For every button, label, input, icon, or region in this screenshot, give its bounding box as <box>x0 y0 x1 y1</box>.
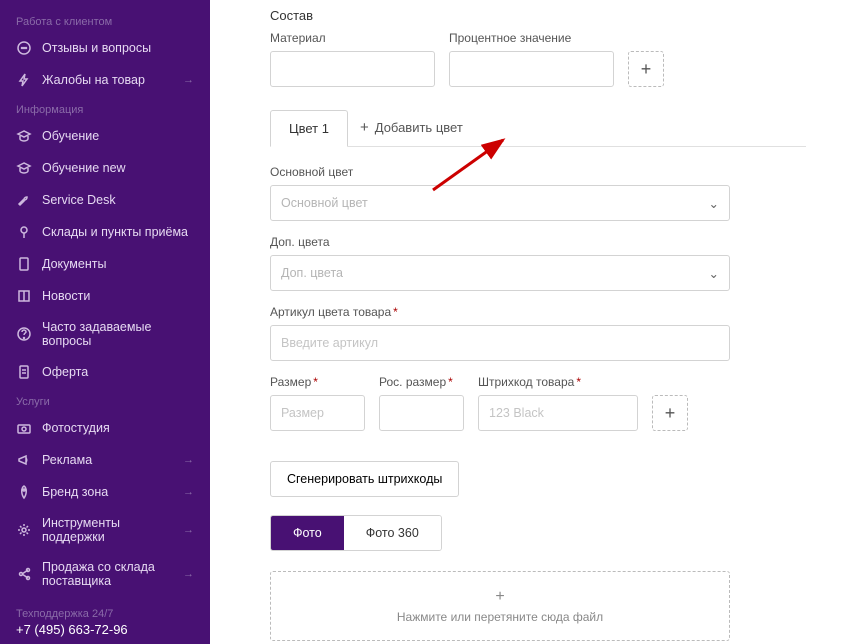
photo-tabs: Фото Фото 360 <box>270 515 442 551</box>
sidebar-item-label: Обучение <box>42 129 194 143</box>
sidebar-section-title: Информация <box>0 96 210 120</box>
sidebar-section-title: Работа с клиентом <box>0 8 210 32</box>
chevron-down-icon: ⌄ <box>709 196 719 211</box>
sidebar-item-label: Обучение new <box>42 161 194 175</box>
megaphone-icon <box>16 452 32 468</box>
sidebar-item-label: Продажа со склада поставщика <box>42 560 183 588</box>
pin-icon <box>16 224 32 240</box>
sidebar-item-label: Фотостудия <box>42 421 194 435</box>
color-tabs: Цвет 1 + Добавить цвет <box>270 109 806 147</box>
sidebar-footer: Техподдержка 24/7 +7 (495) 663-72-96 <box>0 596 210 637</box>
percent-input[interactable] <box>449 51 614 87</box>
sidebar-item-label: Жалобы на товар <box>42 73 183 87</box>
extra-color-label: Доп. цвета <box>270 235 730 249</box>
main-content: Состав Материал Процентное значение + Цв… <box>210 0 846 644</box>
arrow-right-icon: → <box>183 454 194 466</box>
size-label: Размер* <box>270 375 365 389</box>
barcode-input[interactable] <box>478 395 638 431</box>
base-color-select[interactable]: Основной цвет ⌄ <box>270 185 730 221</box>
camera-icon <box>16 420 32 436</box>
sidebar-item-label: Часто задаваемые вопросы <box>42 320 194 348</box>
sidebar-item[interactable]: Фотостудия <box>0 412 210 444</box>
plus-icon: + <box>495 588 504 606</box>
grad-icon <box>16 128 32 144</box>
material-input[interactable] <box>270 51 435 87</box>
tab-color-1[interactable]: Цвет 1 <box>270 110 348 147</box>
sidebar-item[interactable]: Склады и пункты приёма <box>0 216 210 248</box>
add-material-button[interactable]: + <box>628 51 664 87</box>
plus-icon: + <box>360 119 369 136</box>
generate-barcodes-button[interactable]: Сгенерировать штрихкоды <box>270 461 459 497</box>
sidebar-item-label: Service Desk <box>42 193 194 207</box>
rus-size-label: Рос. размер* <box>379 375 464 389</box>
sku-label: Артикул цвета товара* <box>270 305 730 319</box>
sidebar-item[interactable]: Обучение new <box>0 152 210 184</box>
sidebar-item[interactable]: Инструменты поддержки→ <box>0 508 210 552</box>
sidebar-item[interactable]: Реклама→ <box>0 444 210 476</box>
composition-title: Состав <box>270 8 806 23</box>
size-input[interactable] <box>270 395 365 431</box>
arrow-right-icon: → <box>183 568 194 580</box>
tab-photo[interactable]: Фото <box>271 516 344 550</box>
sku-input[interactable] <box>270 325 730 361</box>
rocket-icon <box>16 484 32 500</box>
sidebar: Работа с клиентом Отзывы и вопросы Жалобы … <box>0 0 210 644</box>
sidebar-item[interactable]: Продажа со склада поставщика→ <box>0 552 210 596</box>
sidebar-item[interactable]: Обучение <box>0 120 210 152</box>
question-icon <box>16 326 32 342</box>
sidebar-item[interactable]: Документы <box>0 248 210 280</box>
arrow-right-icon: → <box>183 74 194 86</box>
extra-color-placeholder: Доп. цвета <box>281 266 343 280</box>
rus-size-input[interactable] <box>379 395 464 431</box>
chat-icon <box>16 40 32 56</box>
wrench-icon <box>16 192 32 208</box>
sidebar-item-label: Документы <box>42 257 194 271</box>
add-color-button[interactable]: + Добавить цвет <box>348 109 475 146</box>
sidebar-item[interactable]: Часто задаваемые вопросы <box>0 312 210 356</box>
support-label: Техподдержка 24/7 <box>16 608 194 620</box>
sidebar-item-label: Склады и пункты приёма <box>42 225 194 239</box>
base-color-label: Основной цвет <box>270 165 730 179</box>
add-size-button[interactable]: + <box>652 395 688 431</box>
sidebar-section-title: Услуги <box>0 388 210 412</box>
sidebar-item-label: Отзывы и вопросы <box>42 41 194 55</box>
add-color-label: Добавить цвет <box>375 120 463 135</box>
book-icon <box>16 288 32 304</box>
sidebar-item-label: Инструменты поддержки <box>42 516 183 544</box>
sheet-icon <box>16 364 32 380</box>
sidebar-item-label: Реклама <box>42 453 183 467</box>
arrow-right-icon: → <box>183 524 194 536</box>
base-color-placeholder: Основной цвет <box>281 196 368 210</box>
sidebar-item[interactable]: Оферта <box>0 356 210 388</box>
material-label: Материал <box>270 31 435 45</box>
share-icon <box>16 566 32 582</box>
sidebar-item-label: Новости <box>42 289 194 303</box>
bolt-icon <box>16 72 32 88</box>
extra-color-select[interactable]: Доп. цвета ⌄ <box>270 255 730 291</box>
sidebar-item[interactable]: Отзывы и вопросы <box>0 32 210 64</box>
tab-photo360[interactable]: Фото 360 <box>344 516 441 550</box>
sidebar-item[interactable]: Жалобы на товар→ <box>0 64 210 96</box>
sidebar-item[interactable]: Бренд зона→ <box>0 476 210 508</box>
barcode-label: Штрихкод товара* <box>478 375 638 389</box>
sidebar-item-label: Оферта <box>42 365 194 379</box>
dropzone-label: Нажмите или перетяните сюда файл <box>397 610 603 624</box>
photo-dropzone[interactable]: + Нажмите или перетяните сюда файл <box>270 571 730 641</box>
sidebar-item[interactable]: Новости <box>0 280 210 312</box>
chevron-down-icon: ⌄ <box>709 266 719 281</box>
percent-label: Процентное значение <box>449 31 614 45</box>
arrow-right-icon: → <box>183 486 194 498</box>
doc-icon <box>16 256 32 272</box>
sidebar-item[interactable]: Service Desk <box>0 184 210 216</box>
sidebar-item-label: Бренд зона <box>42 485 183 499</box>
gear-icon <box>16 522 32 538</box>
support-phone: +7 (495) 663-72-96 <box>16 622 194 637</box>
grad-icon <box>16 160 32 176</box>
